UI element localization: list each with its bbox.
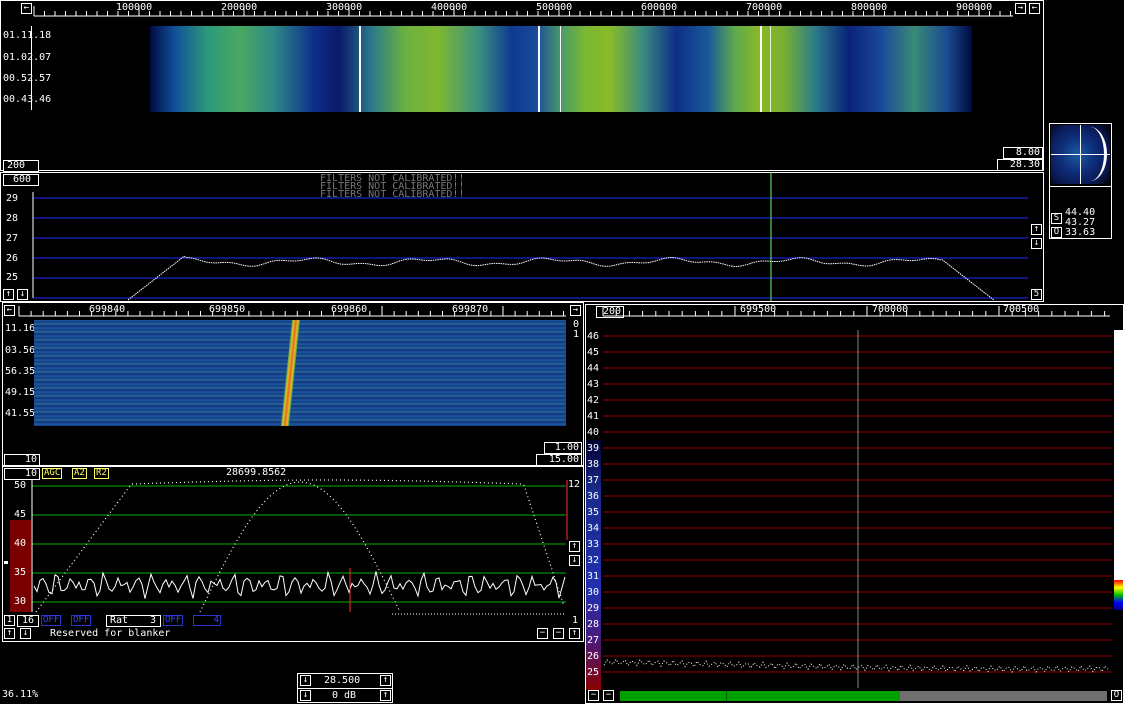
hires-ylabel: 44 xyxy=(587,363,600,374)
hires-ylabel: 29 xyxy=(587,603,600,614)
hires-o-button[interactable]: O xyxy=(1111,690,1122,701)
freq-value: 28.500 xyxy=(324,675,361,686)
hires-ylabel: 41 xyxy=(587,411,600,422)
hires-ylabel: 43 xyxy=(587,379,600,390)
hires-ylabel: 33 xyxy=(587,539,600,550)
freq-down-arrow-icon[interactable]: ↓ xyxy=(300,675,311,686)
db-down-arrow-icon[interactable]: ↓ xyxy=(300,690,311,701)
hires-ylabel: 42 xyxy=(587,395,600,406)
hires-ylabel: 38 xyxy=(587,459,600,470)
hires-progress-fill xyxy=(620,691,900,701)
db-value: 0 dB xyxy=(332,690,357,701)
hires-ylabel: 45 xyxy=(587,347,600,358)
db-up-arrow-icon[interactable]: ↑ xyxy=(380,690,391,701)
hires-minus-button-2[interactable]: − xyxy=(603,690,614,701)
hires-progress-bar[interactable] xyxy=(620,691,1107,701)
hires-ylabel: 35 xyxy=(587,507,600,518)
hires-ylabel: 32 xyxy=(587,555,600,566)
hires-ylabel: 26 xyxy=(587,651,600,662)
hires-trace xyxy=(603,658,1109,673)
cpu-load: 36.11% xyxy=(2,689,39,700)
hires-ylabel: 46 xyxy=(587,331,600,342)
hires-ylabel: 25 xyxy=(587,667,600,678)
hires-plot xyxy=(602,306,1112,688)
hires-progress-marker xyxy=(726,691,727,701)
hires-ylabel: 31 xyxy=(587,571,600,582)
hires-ylabel: 28 xyxy=(587,619,600,630)
hires-ylabel: 40 xyxy=(587,427,600,438)
freq-up-arrow-icon[interactable]: ↑ xyxy=(380,675,391,686)
hires-ylabel: 39 xyxy=(587,443,600,454)
hires-ylabel: 36 xyxy=(587,491,600,502)
hires-ylabel: 30 xyxy=(587,587,600,598)
freq-control-divider xyxy=(297,688,393,689)
hires-minus-button[interactable]: − xyxy=(588,690,599,701)
hires-ylabel: 34 xyxy=(587,523,600,534)
hires-ylabel: 37 xyxy=(587,475,600,486)
hires-ylabel: 27 xyxy=(587,635,600,646)
